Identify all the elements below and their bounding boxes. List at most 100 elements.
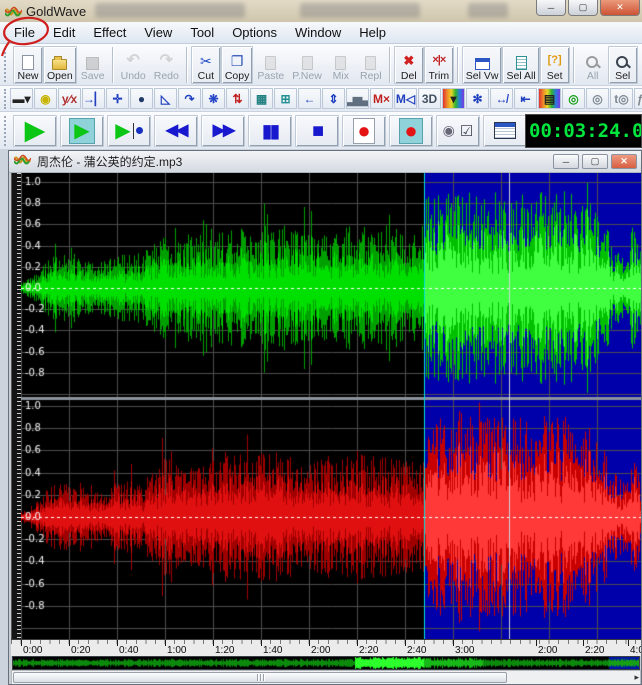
expression-yx-icon[interactable]: y∕x [58, 88, 81, 109]
echo-ring-icon[interactable]: ◎ [586, 88, 609, 109]
zoomq-icon [615, 55, 630, 70]
all-button[interactable]: All [578, 46, 608, 84]
timewarp-arrow-icon[interactable]: ↮ [490, 88, 513, 109]
menu-view[interactable]: View [135, 23, 181, 42]
scroll-right-arrow[interactable]: ▸ [634, 672, 639, 683]
button-label: Open [47, 70, 73, 82]
rewind-button[interactable]: ◀◀ [154, 115, 198, 147]
doc-restore-button[interactable]: ▢ [582, 154, 608, 169]
overview-waveform [13, 657, 639, 669]
sel-vw-button[interactable]: Sel Vw [462, 46, 503, 84]
p-new-button[interactable]: P.New [288, 46, 326, 84]
offset-icon[interactable]: →▏ [82, 88, 105, 109]
checkbox-icon: ☑ [460, 122, 473, 140]
mute-matrix-icon[interactable]: M× [370, 88, 393, 109]
record-selection-button[interactable]: ● [389, 115, 433, 147]
play-marker-button[interactable]: ▶ [107, 115, 151, 147]
noise-sparkle-icon[interactable]: ✻ [466, 88, 489, 109]
maximize-button[interactable]: ▢ [568, 0, 598, 16]
scrollbar-thumb[interactable] [13, 672, 507, 683]
cut-button[interactable]: Cut [191, 46, 221, 84]
toolbar-drag-handle[interactable] [4, 116, 9, 146]
open-button[interactable]: Open [43, 46, 77, 84]
reverse-icon[interactable]: ↷ [178, 88, 201, 109]
parametric-eq-icon[interactable]: ▦ [250, 88, 273, 109]
undo-button[interactable]: Undo [117, 46, 150, 84]
eq-bars-icon[interactable]: ▂▅▃ [346, 88, 369, 109]
close-button[interactable]: ✕ [600, 0, 640, 16]
document-titlebar[interactable]: 周杰伦 - 蒲公英的约定.mp3 ─ ▢ ✕ [9, 151, 641, 173]
monitor-record-toggle[interactable]: ◉☑ [436, 115, 480, 147]
channel-matrix-icon[interactable]: M◁ [394, 88, 417, 109]
menu-help[interactable]: Help [350, 23, 395, 42]
menu-window[interactable]: Window [286, 23, 350, 42]
save-button[interactable]: Save [77, 46, 109, 84]
copy-button[interactable]: Copy [221, 46, 254, 84]
shape-volume-icon[interactable]: ◺ [154, 88, 177, 109]
pause-button[interactable]: ▮▮ [248, 115, 292, 147]
pitch-updown-icon[interactable]: ⇅ [226, 88, 249, 109]
selvw-icon [475, 58, 490, 70]
menu-tool[interactable]: Tool [181, 23, 223, 42]
stop-button[interactable]: ■ [295, 115, 339, 147]
selall-icon [516, 56, 527, 70]
silence-trim-icon[interactable]: ⇤ [514, 88, 537, 109]
time-ring-icon[interactable]: t◎ [610, 88, 633, 109]
timeline-tick [453, 640, 454, 646]
doc-minimize-button[interactable]: ─ [553, 154, 579, 169]
record-button[interactable]: ● [342, 115, 386, 147]
play-button[interactable]: ▶ [13, 115, 57, 147]
disk-icon [86, 57, 99, 70]
app-titlebar[interactable]: GoldWave ─ ▢ ✕ [0, 0, 642, 22]
menu-bar: FileEditEffectViewToolOptionsWindowHelp [0, 22, 642, 44]
del-icon [403, 52, 414, 70]
sel-button[interactable]: Sel [608, 46, 638, 84]
doppler-ring-icon[interactable]: ◎ [562, 88, 585, 109]
selection-box: ● [399, 118, 422, 144]
maximize-volume-icon[interactable]: ✛ [106, 88, 129, 109]
frequency-ring-icon[interactable]: ƒ◎ [634, 88, 642, 109]
page-icon [22, 55, 34, 70]
mechanize-flower-icon[interactable]: ❋ [202, 88, 225, 109]
play-selection-button[interactable]: ▶ [60, 115, 104, 147]
new-button[interactable]: New [13, 46, 43, 84]
button-label: Repl [360, 70, 382, 82]
menu-edit[interactable]: Edit [44, 23, 84, 42]
redo-button[interactable]: Redo [150, 46, 183, 84]
repl-button[interactable]: Repl [356, 46, 386, 84]
horizontal-scrollbar[interactable]: ▸ [11, 670, 641, 685]
doc-close-button[interactable]: ✕ [611, 154, 637, 169]
resample-updown-icon[interactable]: ⇕ [322, 88, 345, 109]
control-properties-button[interactable] [483, 115, 527, 147]
set-button[interactable]: Set [540, 46, 570, 84]
minimize-button[interactable]: ─ [536, 0, 566, 16]
film-strip-icon[interactable]: ▤ [538, 88, 561, 109]
spectrum-drop-icon[interactable]: ▾ [442, 88, 465, 109]
waveform-display[interactable] [21, 173, 642, 639]
device-controls-icon[interactable]: ◉ [34, 88, 57, 109]
sel-all-button[interactable]: Sel All [502, 46, 539, 84]
compressor-oval-icon[interactable]: ● [130, 88, 153, 109]
preset-bar-icon[interactable]: ▬▾ [10, 88, 33, 109]
menu-options[interactable]: Options [223, 23, 286, 42]
del-button[interactable]: Del [394, 46, 424, 84]
toolbar-drag-handle[interactable] [4, 89, 6, 109]
trim-button[interactable]: Trim [424, 46, 454, 84]
overview-strip[interactable] [12, 656, 640, 670]
stereo-box-icon[interactable]: ⊞ [274, 88, 297, 109]
paste-button[interactable]: Paste [253, 46, 288, 84]
menu-effect[interactable]: Effect [84, 23, 135, 42]
marker-bar [133, 123, 134, 139]
toolbar-drag-handle[interactable] [4, 48, 9, 82]
background-window-blur [95, 3, 245, 18]
fast-forward-button[interactable]: ▶▶ [201, 115, 245, 147]
record-icon: ● [404, 122, 417, 140]
button-label: P.New [292, 70, 322, 82]
button-label: Redo [154, 70, 179, 82]
timeline-label: 2:00 [538, 645, 557, 656]
menu-file[interactable]: File [5, 23, 44, 42]
mix-button[interactable]: Mix [326, 46, 356, 84]
button-label: Set [547, 70, 563, 82]
flip-left-arrow-icon[interactable]: ← [298, 88, 321, 109]
view-3d-eye-icon[interactable]: 3D [418, 88, 441, 109]
